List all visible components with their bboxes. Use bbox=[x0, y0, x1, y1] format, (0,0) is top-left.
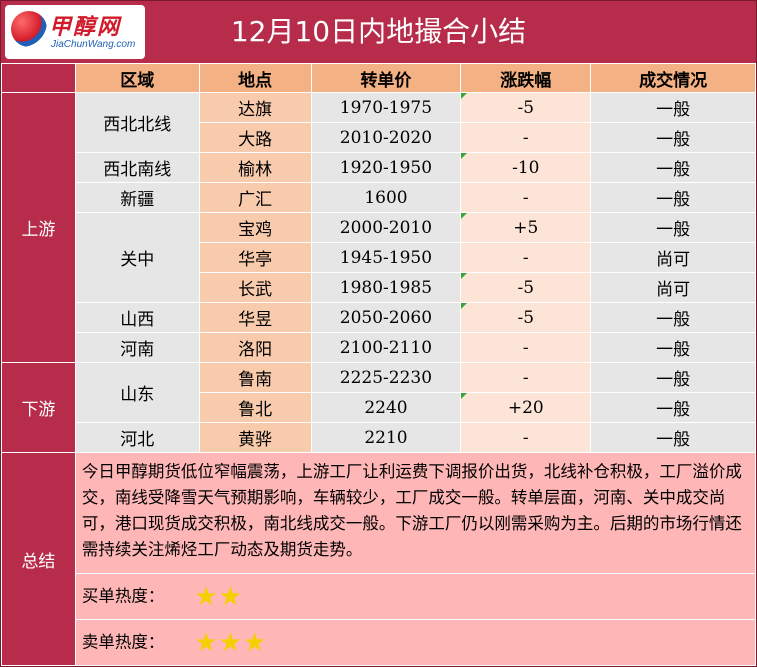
sell-heat-label: 卖单热度： bbox=[81, 632, 165, 651]
col-header-change: 涨跌幅 bbox=[460, 63, 592, 93]
col-header-price: 转单价 bbox=[310, 63, 462, 93]
location-cell: 大路 bbox=[198, 122, 312, 153]
location-cell: 华昱 bbox=[198, 302, 312, 333]
status-cell: 一般 bbox=[590, 332, 756, 363]
status-cell: 一般 bbox=[590, 302, 756, 333]
corner-cell bbox=[1, 63, 76, 93]
status-cell: 尚可 bbox=[590, 242, 756, 273]
status-cell: 一般 bbox=[590, 212, 756, 243]
segment-summary: 总结 bbox=[1, 452, 76, 666]
price-cell: 2100-2110 bbox=[310, 332, 462, 363]
status-cell: 一般 bbox=[590, 422, 756, 453]
price-cell: 1600 bbox=[310, 182, 462, 213]
status-cell: 一般 bbox=[590, 362, 756, 393]
sell-heat-stars: ★★★ bbox=[194, 627, 268, 658]
change-cell: - bbox=[460, 332, 592, 363]
change-cell: +20 bbox=[460, 392, 592, 423]
quote-table: 区域 地点 转单价 涨跌幅 成交情况 上游 西北北线 达旗 1970-1975 … bbox=[1, 63, 756, 666]
table-row: 河北 黄骅 2210 - 一般 bbox=[2, 422, 756, 453]
page-title: 12月10日内地撮合小结 bbox=[230, 15, 527, 48]
area-cell: 河北 bbox=[74, 422, 200, 453]
table-row: 下游 山东 鲁南 2225-2230 - 一般 bbox=[1, 362, 756, 453]
buy-heat-label: 买单热度： bbox=[81, 586, 165, 605]
location-cell: 黄骅 bbox=[198, 422, 312, 453]
change-cell: - bbox=[460, 122, 592, 153]
location-cell: 达旗 bbox=[198, 92, 312, 123]
segment-upstream: 上游 bbox=[1, 92, 76, 363]
change-cell: - bbox=[460, 242, 592, 273]
change-cell: -5 bbox=[460, 302, 592, 333]
status-cell: 一般 bbox=[590, 392, 756, 423]
price-cell: 2000-2010 bbox=[310, 212, 462, 243]
location-cell: 华亭 bbox=[198, 242, 312, 273]
table-row: 河南 洛阳 2100-2110 - 一般 bbox=[2, 332, 756, 363]
location-cell: 长武 bbox=[198, 272, 312, 303]
price-cell: 1980-1985 bbox=[310, 272, 462, 303]
table-row: 上游 西北北线 达旗 1970-1975 -5 一般 bbox=[1, 92, 756, 363]
summary-text: 今日甲醇期货低位窄幅震荡，上游工厂让利运费下调报价出货，北线补仓积极，工厂溢价成… bbox=[74, 452, 756, 574]
location-cell: 鲁北 bbox=[198, 392, 312, 423]
area-cell: 新疆 bbox=[74, 182, 200, 213]
area-cell: 西北南线 bbox=[74, 152, 200, 183]
col-header-status: 成交情况 bbox=[590, 63, 756, 93]
area-cell: 西北北线 bbox=[74, 92, 200, 153]
price-cell: 1920-1950 bbox=[310, 152, 462, 183]
logo-text-en: JiaChunWang.com bbox=[51, 39, 136, 50]
col-header-location: 地点 bbox=[198, 63, 312, 93]
area-cell: 关中 bbox=[74, 212, 200, 303]
sell-heat-row: 卖单热度： ★★★ bbox=[74, 619, 756, 666]
area-cell: 山西 bbox=[74, 302, 200, 333]
status-cell: 一般 bbox=[590, 152, 756, 183]
price-cell: 2010-2020 bbox=[310, 122, 462, 153]
price-cell: 2240 bbox=[310, 392, 462, 423]
buy-heat-stars: ★★ bbox=[194, 581, 244, 612]
location-cell: 宝鸡 bbox=[198, 212, 312, 243]
logo-text-cn: 甲醇网 bbox=[49, 14, 122, 40]
location-cell: 洛阳 bbox=[198, 332, 312, 363]
change-cell: -5 bbox=[460, 272, 592, 303]
price-cell: 2050-2060 bbox=[310, 302, 462, 333]
change-cell: -10 bbox=[460, 152, 592, 183]
col-header-area: 区域 bbox=[74, 63, 200, 93]
table-row: 新疆 广汇 1600 - 一般 bbox=[2, 182, 756, 213]
price-cell: 2210 bbox=[310, 422, 462, 453]
location-cell: 榆林 bbox=[198, 152, 312, 183]
price-cell: 1970-1975 bbox=[310, 92, 462, 123]
location-cell: 广汇 bbox=[198, 182, 312, 213]
logo: 甲醇网 JiaChunWang.com bbox=[5, 5, 145, 59]
globe-icon bbox=[11, 11, 47, 47]
change-cell: - bbox=[460, 182, 592, 213]
title-bar: 甲醇网 JiaChunWang.com 12月10日内地撮合小结 bbox=[1, 1, 756, 63]
price-cell: 2225-2230 bbox=[310, 362, 462, 393]
change-cell: -5 bbox=[460, 92, 592, 123]
change-cell: - bbox=[460, 362, 592, 393]
buy-heat-row: 买单热度： ★★ bbox=[74, 573, 756, 620]
change-cell: - bbox=[460, 422, 592, 453]
status-cell: 一般 bbox=[590, 122, 756, 153]
price-cell: 1945-1950 bbox=[310, 242, 462, 273]
change-cell: +5 bbox=[460, 212, 592, 243]
area-cell: 山东 bbox=[74, 362, 200, 423]
segment-downstream: 下游 bbox=[1, 362, 76, 453]
table-row: 关中 宝鸡 2000-2010 +5 一般 bbox=[2, 212, 756, 303]
location-cell: 鲁南 bbox=[198, 362, 312, 393]
table-row: 西北南线 榆林 1920-1950 -10 一般 bbox=[2, 152, 756, 183]
status-cell: 一般 bbox=[590, 182, 756, 213]
table-row: 山西 华昱 2050-2060 -5 一般 bbox=[2, 302, 756, 333]
report-sheet: 甲醇网 JiaChunWang.com 12月10日内地撮合小结 区域 地点 转… bbox=[0, 0, 757, 667]
status-cell: 一般 bbox=[590, 92, 756, 123]
area-cell: 河南 bbox=[74, 332, 200, 363]
status-cell: 尚可 bbox=[590, 272, 756, 303]
